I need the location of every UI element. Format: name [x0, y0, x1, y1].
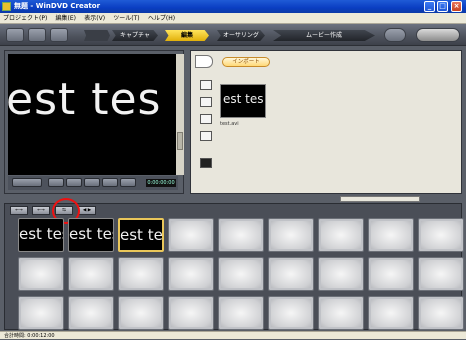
open-project-icon[interactable] [28, 28, 46, 42]
menu-help[interactable]: ヘルプ(H) [145, 13, 178, 24]
storyboard-view-button[interactable]: ←→ [10, 206, 28, 215]
step-make-movie[interactable]: ムービー作成 [273, 30, 375, 41]
menu-edit[interactable]: 編集(E) [53, 13, 79, 24]
timeline-view-button[interactable]: ←→ [32, 206, 50, 215]
app-icon [2, 2, 11, 11]
transition-library-icon[interactable] [200, 97, 212, 107]
storyboard-slot[interactable] [418, 257, 464, 291]
minimize-button[interactable]: _ [424, 1, 435, 12]
clip-text: est tes [120, 226, 163, 244]
clip-text: est tes [19, 225, 63, 243]
storyboard-slot[interactable] [68, 296, 114, 330]
maximize-button[interactable]: □ [437, 1, 448, 12]
title-library-icon[interactable] [200, 158, 212, 168]
settings-icon[interactable] [416, 28, 460, 42]
title-bar: 無題 - WinDVD Creator _ □ × [0, 0, 466, 13]
storyboard-slot[interactable] [368, 218, 414, 252]
arrow-icon [84, 30, 110, 41]
storyboard-slot[interactable] [168, 296, 214, 330]
storyboard-slot[interactable] [318, 296, 364, 330]
storyboard-slot[interactable] [118, 257, 164, 291]
storyboard-slot[interactable] [268, 218, 314, 252]
status-bar: 合計時間: 0:00:12:00 [0, 331, 466, 339]
storyboard-clip[interactable]: est tes [68, 218, 114, 252]
burn-disc-icon[interactable] [384, 28, 406, 42]
storyboard-slot[interactable] [168, 218, 214, 252]
volume-slider-thumb[interactable] [177, 132, 183, 150]
storyboard-slot[interactable] [318, 218, 364, 252]
volume-slider[interactable] [176, 54, 184, 175]
rewind-button[interactable] [48, 178, 64, 187]
fast-forward-button[interactable] [120, 178, 136, 187]
storyboard-clip[interactable]: est tes [118, 218, 164, 252]
storyboard-slot[interactable] [418, 218, 464, 252]
import-tab[interactable]: インポート [222, 57, 270, 67]
storyboard-slot[interactable] [18, 296, 64, 330]
media-thumbnail-text: est tes [223, 92, 264, 106]
effects-library-icon[interactable] [200, 114, 212, 124]
split-button[interactable]: ◀ ▶ [78, 206, 96, 215]
folder-icon[interactable] [195, 55, 213, 68]
prev-frame-button[interactable] [66, 178, 82, 187]
progress-bar [340, 196, 420, 202]
storyboard-slot[interactable] [368, 257, 414, 291]
step-edit[interactable]: 編集 [165, 30, 209, 41]
storyboard-slot[interactable] [218, 218, 264, 252]
storyboard-slot[interactable] [418, 296, 464, 330]
menu-tools[interactable]: ツール(T) [110, 13, 142, 24]
storyboard-slot[interactable] [318, 257, 364, 291]
menu-view[interactable]: 表示(V) [81, 13, 108, 24]
next-frame-button[interactable] [102, 178, 118, 187]
step-capture[interactable]: キャプチャ [112, 30, 158, 41]
menu-bar: プロジェクト(P) 編集(E) 表示(V) ツール(T) ヘルプ(H) [0, 13, 466, 24]
timecode-display: 0:00:00:00 [146, 179, 176, 187]
storyboard-clip[interactable]: est tes [18, 218, 64, 252]
menu-project[interactable]: プロジェクト(P) [0, 13, 50, 24]
play-button[interactable] [12, 178, 42, 187]
step-authoring[interactable]: オーサリング [217, 30, 265, 41]
storyboard-slot[interactable] [268, 257, 314, 291]
video-library-icon[interactable] [200, 80, 212, 90]
stop-button[interactable] [84, 178, 100, 187]
new-project-icon[interactable] [6, 28, 24, 42]
storyboard-slot[interactable] [168, 257, 214, 291]
storyboard-slot[interactable] [268, 296, 314, 330]
video-preview: est tes [8, 54, 176, 175]
storyboard-slot[interactable] [368, 296, 414, 330]
clip-text: est tes [69, 225, 113, 243]
storyboard-slot[interactable] [218, 296, 264, 330]
storyboard-slot[interactable] [68, 257, 114, 291]
audio-library-icon[interactable] [200, 131, 212, 141]
toolbar: キャプチャ 編集 オーサリング ムービー作成 [0, 24, 466, 46]
storyboard-slot[interactable] [118, 296, 164, 330]
total-time: 合計時間: 0:00:12:00 [4, 333, 55, 339]
save-project-icon[interactable] [50, 28, 68, 42]
storyboard-slot[interactable] [218, 257, 264, 291]
preview-text: est tes [8, 74, 162, 125]
media-thumbnail[interactable]: est tes [220, 84, 266, 118]
media-file-name: test.avi [220, 121, 239, 127]
storyboard-slot[interactable] [18, 257, 64, 291]
close-button[interactable]: × [451, 1, 462, 12]
window-title: 無題 - WinDVD Creator [14, 2, 101, 10]
